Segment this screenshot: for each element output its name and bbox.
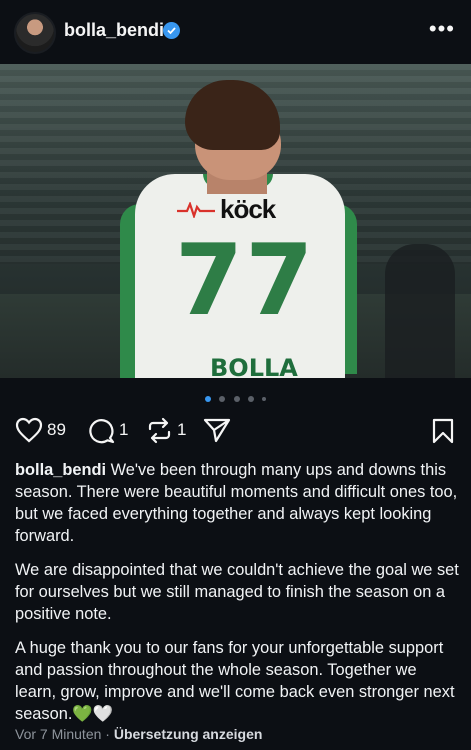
caption-paragraph: bolla_bendi We've been through many ups …	[15, 459, 460, 547]
post-actions: 89 1 1	[0, 412, 471, 448]
carousel-dot	[247, 395, 254, 402]
jersey-sponsor: köck	[220, 194, 276, 224]
bookmark-icon	[432, 418, 454, 444]
post-header: bolla_bendi •••	[0, 0, 471, 64]
like-count: 89	[47, 420, 66, 439]
jersey-number: 77	[175, 224, 316, 338]
background-player	[385, 244, 455, 378]
post-caption: bolla_bendi We've been through many ups …	[15, 459, 460, 737]
carousel-dot	[204, 395, 211, 402]
like-button[interactable]: 89	[15, 412, 66, 448]
repost-button[interactable]: 1	[146, 412, 186, 448]
verified-badge-icon	[163, 22, 180, 39]
meta-separator: ·	[101, 726, 114, 742]
comment-count: 1	[119, 420, 129, 439]
hair	[185, 80, 280, 150]
post-timestamp: Vor 7 Minuten	[15, 726, 102, 742]
repost-count: 1	[177, 420, 187, 439]
comment-button[interactable]: 1	[88, 412, 128, 448]
heart-icon	[15, 417, 43, 443]
caption-username[interactable]: bolla_bendi	[15, 461, 106, 479]
carousel-dot	[233, 395, 240, 402]
repost-icon	[148, 417, 171, 443]
caption-paragraph: We are disappointed that we couldn't ach…	[15, 561, 459, 623]
carousel-dot	[262, 396, 267, 401]
carousel-indicator	[0, 390, 471, 402]
send-icon	[203, 418, 231, 443]
player-figure: köck 77 BOLLA	[115, 74, 365, 378]
username[interactable]: bolla_bendi	[64, 20, 164, 41]
save-button[interactable]	[431, 418, 455, 449]
jersey-name: BOLLA	[210, 354, 298, 378]
more-options-button[interactable]: •••	[429, 18, 455, 40]
post-image[interactable]: köck 77 BOLLA	[0, 64, 471, 378]
comment-icon	[89, 418, 115, 443]
post-meta: Vor 7 Minuten · Übersetzung anzeigen	[15, 726, 262, 742]
share-button[interactable]	[203, 412, 231, 448]
caption-paragraph: A huge thank you to our fans for your un…	[15, 639, 455, 723]
sponsor-pulse-icon	[177, 202, 215, 218]
carousel-dot	[219, 395, 226, 402]
avatar[interactable]	[14, 12, 56, 54]
translate-link[interactable]: Übersetzung anzeigen	[114, 726, 263, 742]
